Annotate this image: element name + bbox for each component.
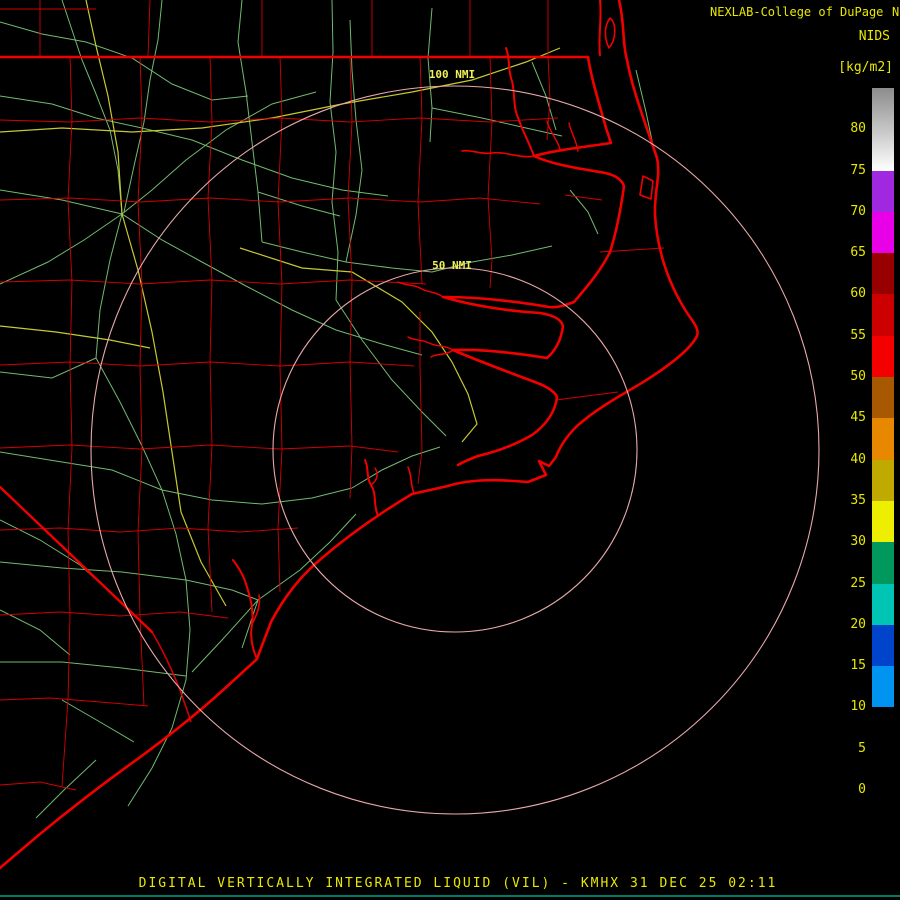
colorbar-tick-label: 60 — [850, 286, 866, 302]
colorbar-segment — [872, 500, 894, 543]
va-shore — [598, 0, 602, 56]
colorbar-tick-label: 80 — [850, 121, 866, 137]
colorbar-title: NIDS — [858, 29, 890, 44]
colorbar-tick-label: 55 — [850, 327, 866, 343]
colorbar-segment — [872, 748, 894, 790]
colorbar-tick-label: 50 — [850, 369, 866, 385]
colorbar-segment — [872, 211, 894, 254]
colorbar-segment — [872, 583, 894, 625]
colorbar-tick-label: 30 — [850, 534, 866, 550]
colorbar-tick-label: 45 — [850, 410, 866, 426]
colorbar-segment — [872, 624, 894, 667]
knotts-island — [604, 17, 616, 49]
rivers — [232, 47, 579, 660]
bottom-border-line — [0, 895, 900, 897]
highway-network — [0, 0, 561, 607]
sc-border-line — [0, 485, 154, 634]
brand-text: NEXLAB-College of DuPage — [710, 5, 884, 19]
colorbar-tick-label: 65 — [850, 245, 866, 261]
colorbar-tick-label: 0 — [858, 782, 866, 797]
colorbar-tick-label: 75 — [850, 162, 866, 178]
colorbar-segment — [872, 459, 894, 501]
colorbar-tick-label: 5 — [858, 740, 866, 756]
colorbar-segment — [872, 294, 894, 336]
colorbar-units: [kg/m2] — [838, 60, 893, 75]
range-ring-label-100nmi: 100 NMI — [428, 68, 476, 81]
colorbar-tick-label: 10 — [850, 699, 866, 715]
range-ring-50nmi — [272, 267, 638, 633]
colorbar-tick-label: 40 — [850, 451, 866, 467]
colorbar-segment — [872, 170, 894, 212]
product-title: DIGITAL VERTICALLY INTEGRATED LIQUID (VI… — [138, 876, 778, 891]
colorbar-tick-label: 20 — [850, 616, 866, 632]
colorbar-segment — [872, 666, 894, 708]
colorbar-segment — [872, 542, 894, 584]
colorbar-segment — [872, 707, 894, 749]
colorbar-tick-label: 70 — [850, 203, 866, 219]
road-network — [0, 0, 655, 819]
range-ring-100nmi — [90, 85, 820, 815]
colorbar-segment — [872, 88, 894, 171]
colorbar-segment — [872, 418, 894, 460]
range-rings — [90, 85, 820, 815]
colorbar-segment — [872, 377, 894, 419]
colorbar-segment — [872, 253, 894, 295]
radar-map — [0, 0, 820, 870]
colorbar-tick-label: 15 — [850, 658, 866, 674]
roanoke-island — [639, 175, 654, 200]
range-ring-label-50nmi: 50 NMI — [432, 259, 472, 272]
radar-display: NEXLAB-College of DuPage N NIDS [kg/m2] … — [0, 0, 900, 900]
brand-clipped-char: N — [892, 5, 900, 19]
colorbar-tick-label: 35 — [850, 492, 866, 508]
colorbar-segment — [872, 335, 894, 378]
colorbar-tick-label: 25 — [850, 575, 866, 591]
